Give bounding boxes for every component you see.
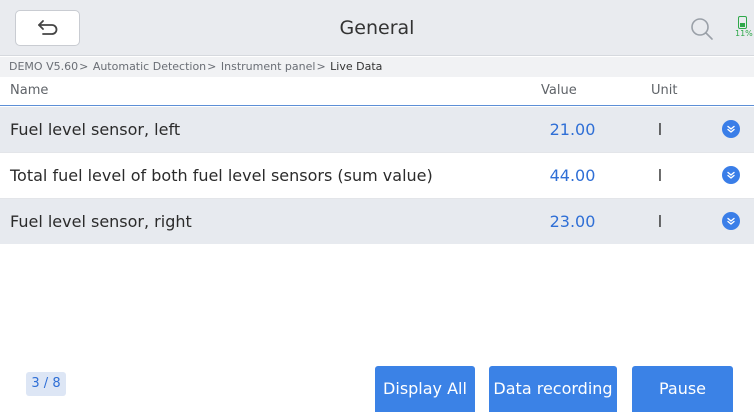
page-indicator: 3 / 8 bbox=[26, 372, 66, 396]
chevron-down-circle-icon[interactable] bbox=[722, 120, 740, 138]
row-name: Fuel level sensor, left bbox=[10, 120, 181, 139]
back-arrow-icon bbox=[37, 20, 57, 35]
table-row[interactable]: Fuel level sensor, left 21.00 l bbox=[0, 107, 754, 152]
battery-level: 11% bbox=[735, 29, 753, 38]
row-unit: l bbox=[657, 212, 663, 231]
chevron-down-circle-icon[interactable] bbox=[722, 166, 740, 184]
breadcrumb-separator: > bbox=[79, 60, 89, 73]
back-button[interactable] bbox=[15, 10, 80, 46]
table-row[interactable]: Fuel level sensor, right 23.00 l bbox=[0, 199, 754, 244]
breadcrumb-item[interactable]: Instrument panel bbox=[221, 60, 316, 73]
top-bar: General 11% bbox=[0, 0, 754, 56]
breadcrumb-separator: > bbox=[316, 60, 326, 73]
breadcrumb-current: Live Data bbox=[330, 60, 383, 73]
chevron-down-circle-icon[interactable] bbox=[722, 212, 740, 230]
column-header-name: Name bbox=[10, 83, 49, 98]
row-value: 23.00 bbox=[549, 212, 596, 231]
row-unit: l bbox=[657, 120, 663, 139]
column-header-unit: Unit bbox=[651, 83, 678, 98]
breadcrumb-separator: > bbox=[207, 60, 217, 73]
table-header: Name Value Unit bbox=[0, 77, 754, 106]
row-value: 44.00 bbox=[549, 166, 596, 185]
data-recording-button[interactable]: Data recording bbox=[489, 366, 617, 412]
page-title: General bbox=[339, 17, 415, 39]
breadcrumb-item[interactable]: Automatic Detection bbox=[93, 60, 206, 73]
row-name: Total fuel level of both fuel level sens… bbox=[10, 166, 433, 185]
pause-button[interactable]: Pause bbox=[632, 366, 733, 412]
breadcrumb-item[interactable]: DEMO V5.60 bbox=[9, 60, 78, 73]
battery-status: 11% bbox=[734, 16, 754, 44]
table-row[interactable]: Total fuel level of both fuel level sens… bbox=[0, 153, 754, 198]
battery-icon bbox=[738, 16, 747, 29]
row-value: 21.00 bbox=[549, 120, 596, 139]
breadcrumb: DEMO V5.60> Automatic Detection> Instrum… bbox=[0, 57, 754, 77]
search-icon[interactable] bbox=[690, 17, 714, 41]
display-all-button[interactable]: Display All bbox=[375, 366, 475, 412]
column-header-value: Value bbox=[541, 83, 577, 98]
row-name: Fuel level sensor, right bbox=[10, 212, 192, 231]
row-unit: l bbox=[657, 166, 663, 185]
